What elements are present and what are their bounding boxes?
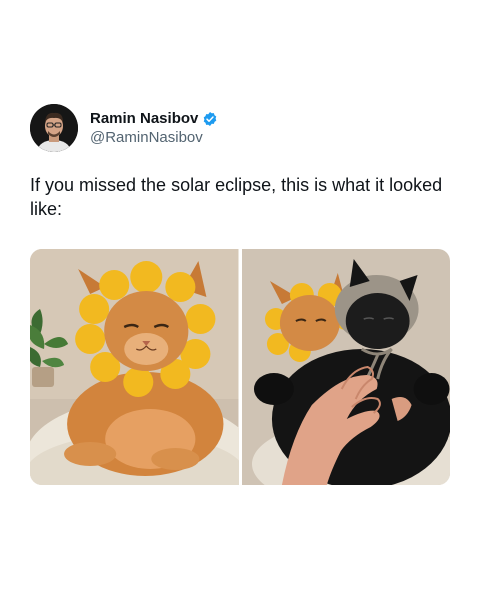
author-name[interactable]: Ramin Nasibov: [90, 110, 198, 127]
verified-badge-icon: [204, 111, 217, 126]
avatar[interactable]: [30, 104, 78, 152]
media-grid: [30, 249, 450, 485]
tweet-header: Ramin Nasibov @RaminNasibov: [30, 103, 450, 153]
tweet-text: If you missed the solar eclipse, this is…: [30, 175, 443, 219]
photo-orange-cat[interactable]: [30, 249, 239, 485]
author-handle[interactable]: @RaminNasibov: [90, 129, 218, 146]
photo-black-cat[interactable]: [241, 249, 450, 485]
